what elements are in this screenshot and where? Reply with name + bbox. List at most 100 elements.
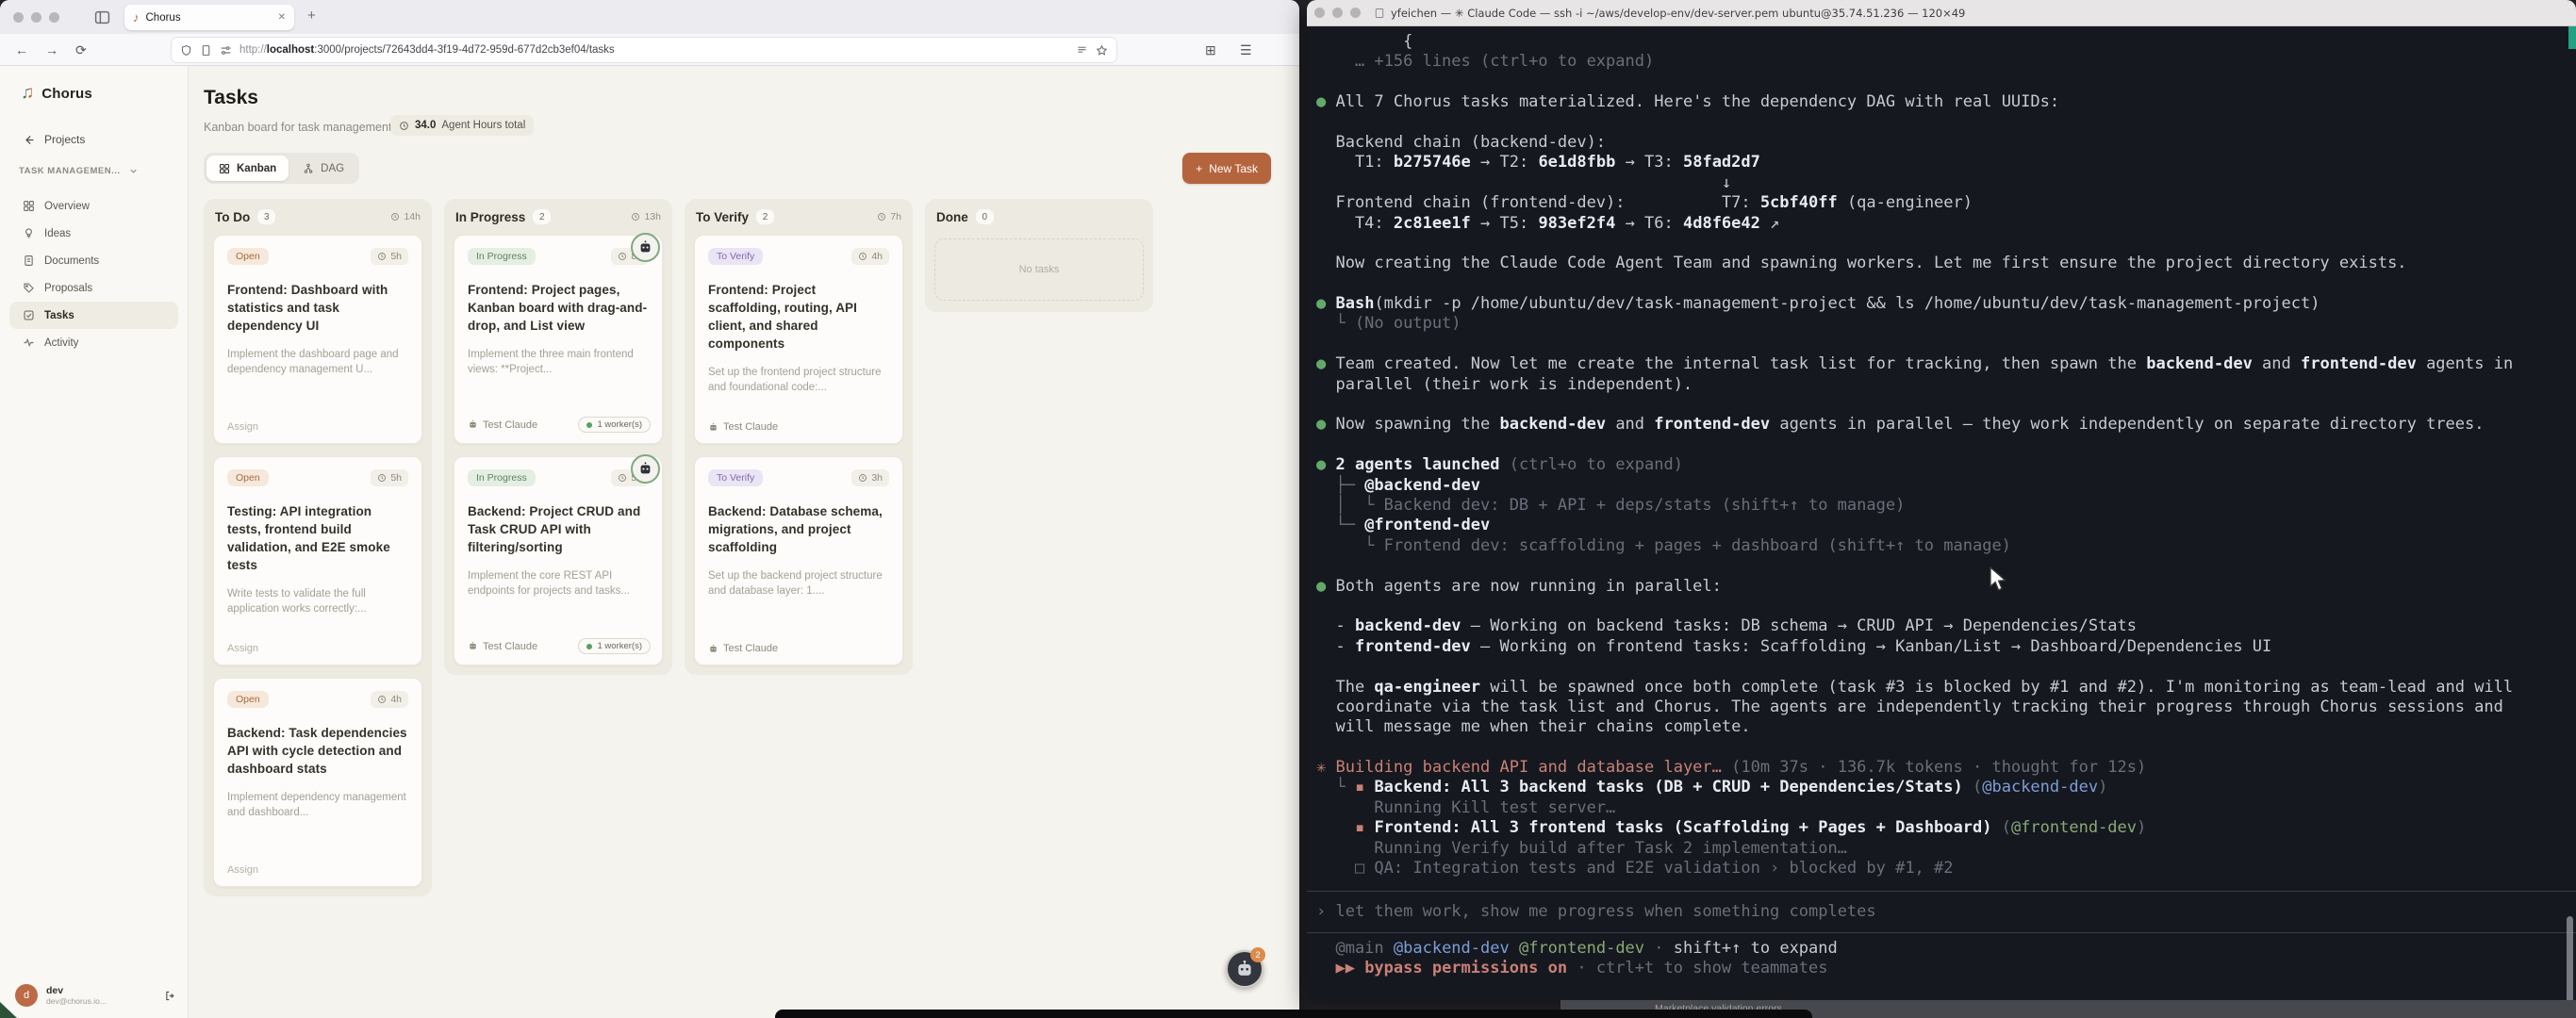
reader-view-icon[interactable] bbox=[1076, 44, 1088, 57]
sidebar-item-documents[interactable]: Documents bbox=[9, 247, 178, 274]
bookmark-star-icon[interactable] bbox=[1096, 44, 1108, 57]
tab-close-icon[interactable]: ✕ bbox=[278, 12, 286, 23]
terminal-line: ● 2 agents launched (ctrl+o to expand) bbox=[1316, 455, 2576, 475]
back-to-projects[interactable]: Projects bbox=[23, 133, 85, 146]
agent-avatar[interactable] bbox=[631, 233, 660, 262]
column-cards: To Verify4hFrontend: Project scaffolding… bbox=[685, 233, 913, 665]
task-card[interactable]: In Progress5hBackend: Project CRUD and T… bbox=[454, 456, 663, 665]
terminal-line: □ QA: Integration tests and E2E validati… bbox=[1316, 859, 2576, 878]
tab-title: Chorus bbox=[146, 12, 272, 24]
task-card[interactable]: To Verify4hFrontend: Project scaffolding… bbox=[694, 235, 903, 444]
url-bar[interactable]: http://localhost:3000/projects/72643dd4-… bbox=[172, 38, 1116, 62]
card-description: Set up the backend project structure and… bbox=[708, 568, 889, 599]
terminal-line: Running Kill test server… bbox=[1316, 798, 2576, 818]
assign-button[interactable]: Assign bbox=[227, 421, 258, 433]
task-card[interactable]: Open4hBackend: Task dependencies API wit… bbox=[213, 678, 422, 887]
card-title: Backend: Database schema, migrations, an… bbox=[708, 502, 889, 556]
tab-manager-icon[interactable] bbox=[94, 9, 110, 24]
card-description: Implement the core REST API endpoints fo… bbox=[468, 568, 649, 599]
status-badge: In Progress bbox=[468, 469, 536, 486]
task-card[interactable]: In Progress8hFrontend: Project pages, Ka… bbox=[454, 235, 663, 444]
tab-dag[interactable]: DAG bbox=[290, 156, 356, 181]
browser-nav-bar: ← → ⟳ http://localhost:3000/projects/726… bbox=[0, 34, 1299, 66]
column-name: Done bbox=[936, 210, 968, 224]
kanban-column-done: Done0No tasks bbox=[925, 199, 1153, 312]
card-footer: Assign bbox=[227, 864, 410, 876]
project-selector[interactable]: TASK MANAGEMEN... bbox=[19, 166, 139, 176]
column-count-badge: 2 bbox=[756, 209, 774, 224]
sidebar-item-label: Overview bbox=[44, 201, 90, 212]
logout-icon[interactable] bbox=[164, 990, 176, 1002]
window-close-button[interactable] bbox=[13, 12, 24, 23]
task-card[interactable]: Open5hFrontend: Dashboard with statistic… bbox=[213, 235, 422, 444]
window-minimize-button[interactable] bbox=[31, 12, 41, 23]
tab-kanban[interactable]: Kanban bbox=[206, 156, 289, 181]
terminal-line: parallel (their work is independent). bbox=[1316, 375, 2576, 395]
terminal-line: @main @backend-dev @frontend-dev · shift… bbox=[1316, 939, 1838, 959]
terminal-close-button[interactable] bbox=[1314, 8, 1325, 18]
terminal-line: └─ @frontend-dev bbox=[1316, 516, 2576, 535]
window-zoom-button[interactable] bbox=[49, 12, 59, 23]
sidebar-item-label: Tasks bbox=[44, 310, 74, 321]
task-card[interactable]: To Verify3hBackend: Database schema, mig… bbox=[694, 456, 903, 665]
browser-tab[interactable]: ♪ Chorus ✕ bbox=[124, 5, 294, 30]
card-description: Implement the dashboard page and depende… bbox=[227, 347, 408, 377]
card-title: Frontend: Project scaffolding, routing, … bbox=[708, 281, 889, 353]
kanban-column-to-do: To Do314hOpen5hFrontend: Dashboard with … bbox=[204, 199, 432, 896]
column-header: Done 0 bbox=[925, 199, 1153, 233]
sidebar-item-activity[interactable]: Activity bbox=[9, 329, 178, 356]
agent-avatar[interactable] bbox=[631, 454, 660, 484]
column-name: In Progress bbox=[455, 210, 525, 224]
back-button[interactable]: ← bbox=[15, 34, 28, 66]
card-hours: 5h bbox=[371, 248, 408, 265]
terminal-line bbox=[1316, 113, 2576, 133]
worker-status-dot bbox=[586, 644, 592, 649]
avatar: d bbox=[15, 984, 38, 1007]
sidebar-item-proposals[interactable]: Proposals bbox=[9, 274, 178, 302]
extensions-icon[interactable]: ⊞ bbox=[1205, 34, 1216, 66]
card-footer: Test Claude bbox=[708, 643, 891, 654]
status-badge: Open bbox=[227, 469, 269, 486]
column-count-badge: 0 bbox=[976, 209, 994, 224]
column-count-badge: 3 bbox=[257, 209, 275, 224]
new-tab-button[interactable]: + bbox=[307, 8, 316, 24]
column-header: To Do314h bbox=[204, 199, 432, 233]
forward-button[interactable]: → bbox=[45, 34, 58, 66]
kanban-grid-icon bbox=[219, 163, 230, 174]
terminal-line: └ (No output) bbox=[1316, 314, 2576, 334]
terminal-zoom-button[interactable] bbox=[1350, 8, 1361, 18]
assign-button[interactable]: Assign bbox=[227, 864, 258, 876]
terminal-input[interactable]: › let them work, show me progress when s… bbox=[1307, 891, 2576, 933]
sidebar-item-label: Ideas bbox=[44, 228, 71, 239]
view-toggle: Kanban DAG bbox=[204, 153, 359, 184]
user-name: dev bbox=[46, 985, 107, 996]
column-name: To Do bbox=[215, 210, 250, 224]
terminal-line bbox=[1316, 738, 2576, 758]
terminal-scrollbar[interactable] bbox=[2567, 916, 2573, 1001]
grid-icon bbox=[23, 200, 35, 212]
user-row[interactable]: d dev dev@chorus.io... bbox=[15, 984, 176, 1007]
chat-widget-button[interactable]: 2 bbox=[1226, 950, 1263, 988]
sidebar-item-tasks[interactable]: Tasks bbox=[9, 302, 178, 329]
card-hours: 4h bbox=[851, 248, 889, 265]
music-note-icon: ♫ bbox=[21, 83, 34, 104]
app-logo[interactable]: ♫ Chorus bbox=[21, 83, 92, 104]
terminal-line bbox=[1316, 73, 2576, 92]
terminal-title-bar: yfeichen — ✳ Claude Code — ssh -i ~/aws/… bbox=[1307, 0, 2576, 26]
sidebar-item-overview[interactable]: Overview bbox=[9, 192, 178, 220]
terminal-body: { … +156 lines (ctrl+o to expand) ● All … bbox=[1307, 26, 2576, 1001]
terminal-minimize-button[interactable] bbox=[1332, 8, 1343, 18]
reload-button[interactable]: ⟳ bbox=[75, 34, 87, 66]
card-description: Write tests to validate the full applica… bbox=[227, 586, 408, 616]
task-card[interactable]: Open5hTesting: API integration tests, fr… bbox=[213, 456, 422, 665]
kanban-column-in-progress: In Progress213hIn Progress8hFrontend: Pr… bbox=[444, 199, 672, 675]
card-assignee: Test Claude bbox=[468, 641, 537, 652]
shield-icon bbox=[180, 44, 192, 57]
sidebar-nav: Overview Ideas DocumentsProposals Tasks Acti… bbox=[9, 192, 178, 356]
terminal-scroll-marker bbox=[2568, 26, 2576, 49]
assign-button[interactable]: Assign bbox=[227, 643, 258, 654]
card-hours: 4h bbox=[371, 691, 408, 708]
new-task-button[interactable]: + New Task bbox=[1182, 153, 1271, 184]
menu-icon[interactable]: ☰ bbox=[1240, 34, 1252, 66]
sidebar-item-ideas[interactable]: Ideas bbox=[9, 220, 178, 247]
